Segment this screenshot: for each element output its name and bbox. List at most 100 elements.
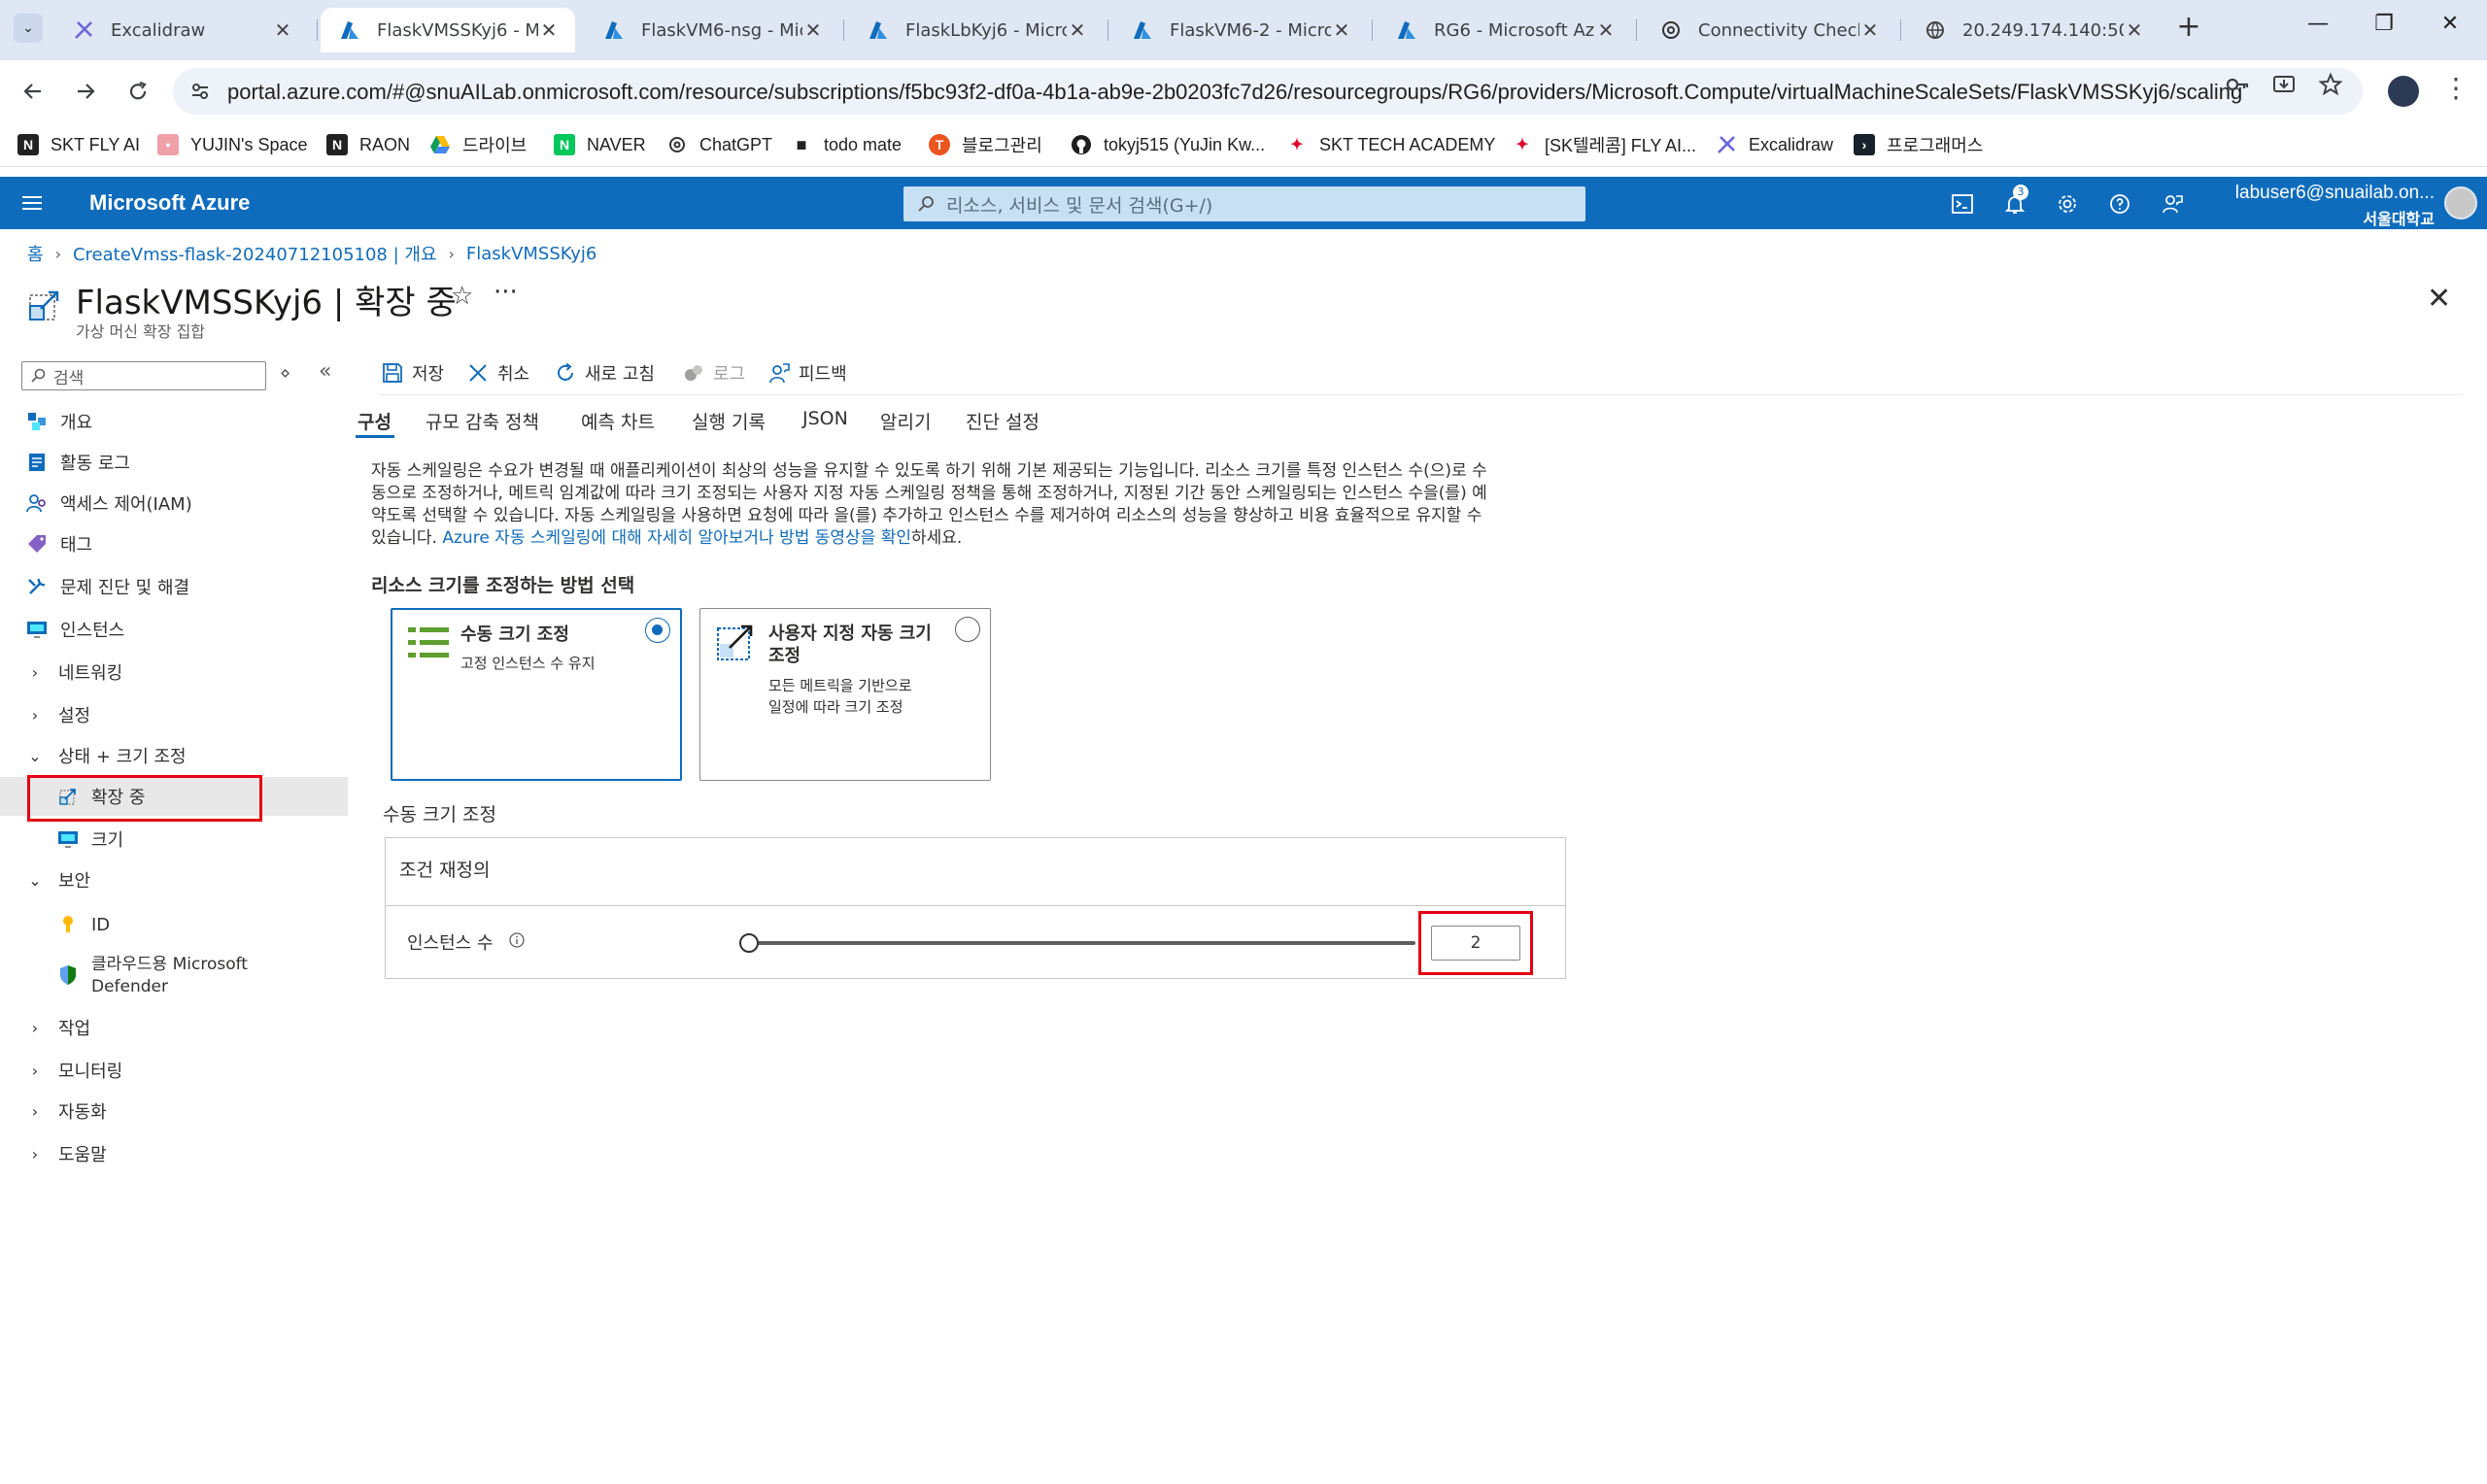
close-tab-icon[interactable]: ✕: [2124, 18, 2145, 42]
azure-brand[interactable]: Microsoft Azure: [89, 190, 250, 216]
sidebar-item-overview[interactable]: 개요: [0, 402, 348, 441]
close-tab-icon[interactable]: ✕: [1067, 18, 1088, 42]
sidebar-group-monitoring[interactable]: › 모니터링: [0, 1051, 348, 1090]
bookmark-item[interactable]: ✦ [SK텔레콤] FLY AI...: [1512, 132, 1696, 157]
breadcrumb-vmss[interactable]: FlaskVMSSKyj6: [466, 244, 596, 264]
bookmark-item[interactable]: › 프로그래머스: [1854, 132, 1983, 157]
browser-tab[interactable]: RG6 - Microsoft Azu ✕: [1378, 8, 1632, 52]
sidebar-group-operations[interactable]: › 작업: [0, 1008, 348, 1047]
feedback-icon[interactable]: [2159, 190, 2186, 218]
breadcrumb-home[interactable]: 홈: [27, 241, 44, 266]
site-info-icon[interactable]: [185, 76, 216, 107]
bookmark-item[interactable]: N RAON: [326, 132, 410, 157]
tab-configure[interactable]: 구성: [358, 408, 392, 434]
bookmark-item[interactable]: • YUJIN's Space: [157, 132, 307, 157]
sidebar-item-defender[interactable]: 클라우드용 Microsoft Defender: [0, 954, 348, 1000]
custom-autoscale-radio[interactable]: [955, 617, 980, 642]
browser-tab[interactable]: 20.249.174.140:5000 ✕: [1906, 8, 2161, 52]
info-icon[interactable]: [508, 931, 526, 949]
collapse-menu-icon[interactable]: «: [319, 359, 331, 384]
custom-autoscale-card[interactable]: 사용자 지정 자동 크기 조정 모든 메트릭을 기반으로 일정에 따라 크기 조…: [699, 608, 991, 781]
minimize-button[interactable]: —: [2289, 12, 2347, 45]
tab-scale-in-policy[interactable]: 규모 감축 정책: [426, 408, 539, 434]
sidebar-group-settings[interactable]: › 설정: [0, 695, 348, 734]
instance-count-slider-thumb[interactable]: [739, 933, 759, 953]
sidebar-item-identity[interactable]: ID: [0, 905, 348, 944]
close-tab-icon[interactable]: ✕: [1595, 18, 1617, 42]
bookmark-item[interactable]: ✦ SKT TECH ACADEMY: [1286, 132, 1495, 157]
bookmark-item[interactable]: tokyj515 (YuJin Kw...: [1071, 132, 1265, 157]
tab-predictive-charts[interactable]: 예측 차트: [581, 408, 655, 434]
back-button[interactable]: [16, 74, 51, 109]
sidebar-item-instances[interactable]: 인스턴스: [0, 610, 348, 649]
browser-tab[interactable]: FlaskVM6-nsg - Mic ✕: [585, 8, 839, 52]
tab-search-button[interactable]: ⌄: [14, 14, 43, 43]
close-tab-icon[interactable]: ✕: [272, 18, 293, 42]
forward-button[interactable]: [68, 74, 103, 109]
profile-avatar[interactable]: [2388, 76, 2419, 107]
account-info[interactable]: labuser6@snuailab.on... 서울대학교: [2211, 183, 2435, 229]
manual-scale-card[interactable]: 수동 크기 조정 고정 인스턴스 수 유지: [391, 608, 682, 781]
browser-menu-icon[interactable]: ⋮: [2442, 74, 2470, 109]
azure-global-search[interactable]: 리소스, 서비스 및 문서 검색(G+/): [903, 186, 1585, 221]
install-app-icon[interactable]: [2271, 72, 2297, 97]
sidebar-group-availability-scale[interactable]: ⌄ 상태 + 크기 조정: [0, 736, 348, 775]
reload-button[interactable]: [120, 74, 155, 109]
bookmark-item[interactable]: N NAVER: [554, 132, 646, 157]
learn-more-link[interactable]: Azure 자동 스케일링에 대해 자세히 알아보거나 방법 동영상을 확인: [442, 528, 911, 548]
browser-tab[interactable]: FlaskVM6-2 - Micro ✕: [1113, 8, 1368, 52]
bookmark-item[interactable]: ■ todo mate: [791, 132, 903, 157]
close-tab-icon[interactable]: ✕: [802, 18, 824, 42]
tab-json[interactable]: JSON: [802, 408, 848, 429]
sidebar-group-automation[interactable]: › 자동화: [0, 1092, 348, 1130]
close-tab-icon[interactable]: ✕: [1859, 18, 1881, 42]
address-bar[interactable]: portal.azure.com/#@snuAILab.onmicrosoft.…: [173, 68, 2363, 115]
tab-notify[interactable]: 알리기: [880, 408, 931, 434]
more-options-icon[interactable]: ···: [494, 278, 518, 307]
help-icon[interactable]: [2106, 190, 2133, 218]
refresh-button[interactable]: 새로 고침: [554, 357, 655, 388]
bookmark-star-icon[interactable]: [2318, 72, 2343, 97]
sidebar-group-networking[interactable]: › 네트워킹: [0, 653, 348, 691]
tab-diagnostic-settings[interactable]: 진단 설정: [966, 408, 1039, 434]
save-button[interactable]: 저장: [381, 357, 444, 388]
sidebar-group-help[interactable]: › 도움말: [0, 1134, 348, 1173]
browser-tab-active[interactable]: FlaskVMSSKyj6 - Mi ✕: [321, 8, 575, 52]
breadcrumb-deployment[interactable]: CreateVmss-flask-20240712105108 | 개요: [73, 241, 437, 266]
bookmark-item[interactable]: 드라이브: [429, 132, 527, 157]
logs-button[interactable]: 로그: [682, 357, 745, 388]
sidebar-item-activity-log[interactable]: 활동 로그: [0, 443, 348, 482]
bookmark-item[interactable]: ChatGPT: [666, 132, 772, 157]
feedback-button[interactable]: 피드백: [767, 357, 847, 388]
close-tab-icon[interactable]: ✕: [1331, 18, 1352, 42]
close-blade-icon[interactable]: ✕: [2427, 282, 2451, 316]
sidebar-item-tags[interactable]: 태그: [0, 524, 348, 563]
browser-tab[interactable]: Excalidraw ✕: [54, 8, 309, 52]
favorite-star-icon[interactable]: ☆: [451, 282, 473, 311]
bookmark-item[interactable]: Excalidraw: [1716, 132, 1833, 157]
search-options-icon[interactable]: ⋄: [280, 363, 290, 384]
discard-button[interactable]: 취소: [466, 357, 529, 388]
user-avatar[interactable]: [2444, 186, 2477, 219]
manual-scale-radio[interactable]: [645, 618, 670, 643]
close-tab-icon[interactable]: ✕: [538, 18, 560, 42]
settings-gear-icon[interactable]: [2054, 190, 2081, 218]
restore-button[interactable]: ❐: [2355, 12, 2413, 45]
password-key-icon[interactable]: [2225, 72, 2250, 97]
sidebar-item-iam[interactable]: 액세스 제어(IAM): [0, 484, 348, 523]
browser-tab[interactable]: Connectivity Check ✕: [1642, 8, 1896, 52]
sidebar-item-size[interactable]: 크기: [0, 820, 348, 859]
excalidraw-icon: [1716, 134, 1737, 155]
resource-menu-search[interactable]: 검색: [21, 361, 266, 390]
cloud-shell-icon[interactable]: [1949, 190, 1976, 218]
hamburger-menu-icon[interactable]: [19, 190, 45, 216]
tab-run-history[interactable]: 실행 기록: [692, 408, 766, 434]
browser-tab[interactable]: FlaskLbKyj6 - Micro ✕: [849, 8, 1104, 52]
sidebar-group-security[interactable]: ⌄ 보안: [0, 860, 348, 899]
new-tab-button[interactable]: +: [2174, 13, 2203, 43]
bookmark-item[interactable]: T 블로그관리: [929, 132, 1042, 157]
bookmark-item[interactable]: N SKT FLY AI: [17, 132, 140, 157]
sidebar-item-diagnose[interactable]: 문제 진단 및 해결: [0, 567, 348, 606]
window-close-button[interactable]: ✕: [2421, 12, 2479, 45]
instance-count-slider[interactable]: [749, 941, 1415, 945]
